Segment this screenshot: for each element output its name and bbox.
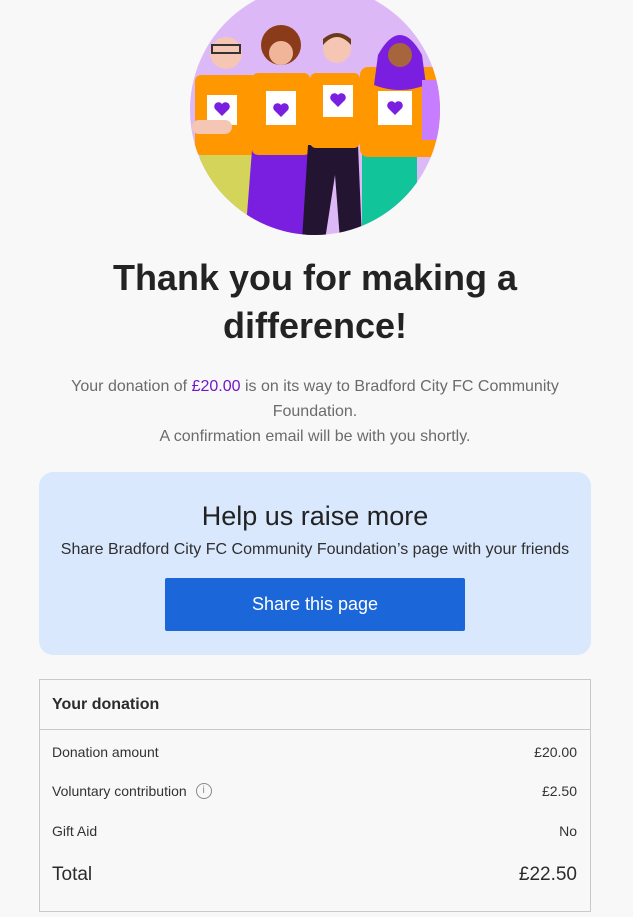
confirmation-text: A confirmation email will be with you sh… [159,428,471,445]
gift-aid-row: Gift Aid No [52,823,577,839]
total-row: Total £22.50 [52,864,577,886]
row-label: Voluntary contribution [52,783,187,799]
share-title: Help us raise more [201,501,429,531]
row-label: Gift Aid [52,823,98,839]
message-suffix: is on its way to Bradford City FC Commun… [240,378,559,420]
voluntary-contribution-row: Voluntary contribution i £2.50 [52,783,577,799]
donation-summary-title: Your donation [40,680,590,730]
share-page-button[interactable]: Share this page [165,578,465,631]
donation-amount-row: Donation amount £20.00 [52,744,577,760]
row-value: £20.00 [534,744,577,760]
donation-summary: Your donation Donation amount £20.00 Vol… [39,679,591,912]
row-value: £2.50 [541,783,577,799]
row-label: Donation amount [52,744,159,760]
row-label-group: Voluntary contribution i [52,783,212,799]
message-prefix: Your donation of [71,378,192,395]
volunteers-illustration [190,0,440,235]
row-value: No [559,823,577,839]
donation-amount: £20.00 [191,378,241,395]
share-card: Help us raise more Share Bradford City F… [39,472,591,655]
donation-message: Your donation of £20.00 is on its way to… [50,374,580,449]
total-value: £22.50 [518,864,577,885]
page-title: Thank you for making a difference! [112,257,518,346]
share-subtitle: Share Bradford City FC Community Foundat… [60,541,570,558]
total-label: Total [52,864,93,885]
info-circle-icon[interactable]: i [195,783,212,799]
